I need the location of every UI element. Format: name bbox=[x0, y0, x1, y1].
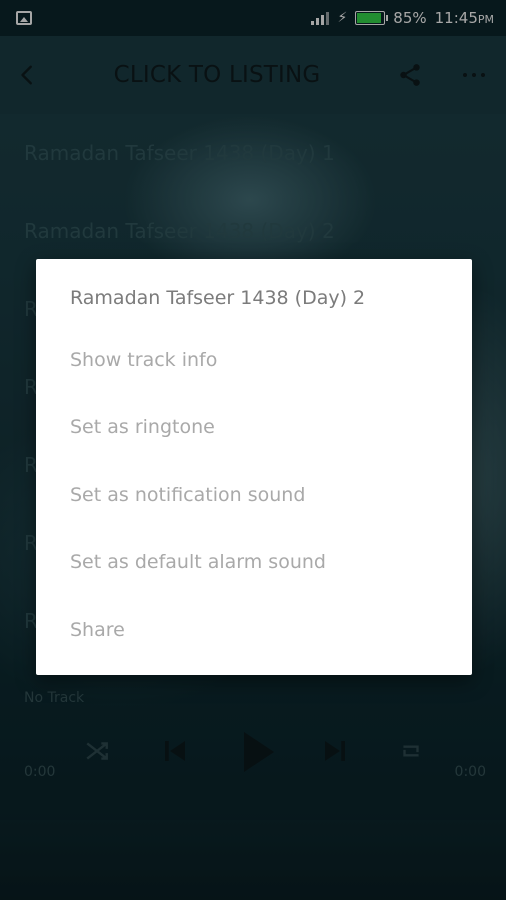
track-options-dialog: Ramadan Tafseer 1438 (Day) 2 Show track … bbox=[36, 259, 472, 675]
dialog-title: Ramadan Tafseer 1438 (Day) 2 bbox=[70, 287, 366, 309]
set-alarm-sound-option[interactable]: Set as default alarm sound bbox=[70, 551, 326, 573]
share-option[interactable]: Share bbox=[70, 619, 125, 641]
set-notification-sound-option[interactable]: Set as notification sound bbox=[70, 484, 305, 506]
show-track-info-option[interactable]: Show track info bbox=[70, 349, 217, 371]
set-ringtone-option[interactable]: Set as ringtone bbox=[70, 416, 215, 438]
